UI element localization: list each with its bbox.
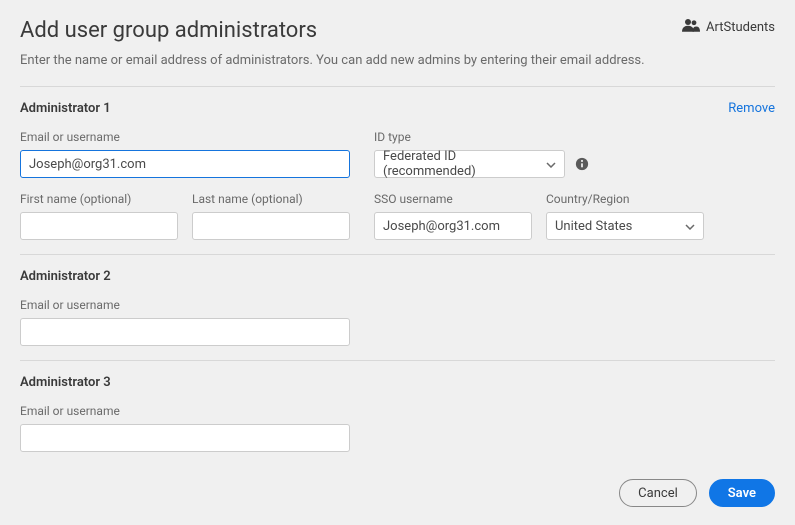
admin1-email-input[interactable] [20, 150, 350, 178]
info-icon[interactable] [575, 157, 589, 171]
dialog-footer: Cancel Save [619, 479, 775, 507]
divider [20, 254, 775, 255]
email-label: Email or username [20, 404, 350, 418]
country-label: Country/Region [546, 192, 704, 206]
user-group-indicator: ArtStudents [682, 18, 775, 36]
admin2-email-input[interactable] [20, 318, 350, 346]
sso-label: SSO username [374, 192, 532, 206]
admin1-last-name-input[interactable] [192, 212, 350, 240]
admin1-sso-input[interactable] [374, 212, 532, 240]
dialog-title: Add user group administrators [20, 18, 317, 43]
people-icon [682, 18, 706, 36]
id-type-value: Federated ID (recommended) [383, 149, 546, 179]
admin3-title: Administrator 3 [20, 375, 111, 390]
add-user-group-admins-dialog: Add user group administrators ArtStudent… [0, 0, 795, 525]
admin1-section-header: Administrator 1 Remove [20, 101, 775, 116]
admin1-title: Administrator 1 [20, 101, 111, 116]
email-label: Email or username [20, 298, 350, 312]
cancel-button[interactable]: Cancel [619, 479, 697, 507]
admin2-section-header: Administrator 2 [20, 269, 775, 284]
chevron-down-icon [546, 157, 556, 172]
dialog-intro: Enter the name or email address of admin… [20, 53, 775, 68]
divider [20, 86, 775, 87]
group-name: ArtStudents [706, 20, 775, 35]
admin3-email-input[interactable] [20, 424, 350, 452]
remove-link[interactable]: Remove [728, 101, 775, 116]
save-button[interactable]: Save [709, 479, 775, 507]
admin3-section-header: Administrator 3 [20, 375, 775, 390]
first-name-label: First name (optional) [20, 192, 178, 206]
email-label: Email or username [20, 130, 350, 144]
id-type-select[interactable]: Federated ID (recommended) [374, 150, 565, 178]
last-name-label: Last name (optional) [192, 192, 350, 206]
admin1-first-name-input[interactable] [20, 212, 178, 240]
divider [20, 360, 775, 361]
country-select[interactable]: United States [546, 212, 704, 240]
admin2-title: Administrator 2 [20, 269, 111, 284]
dialog-header: Add user group administrators ArtStudent… [20, 18, 775, 53]
chevron-down-icon [685, 219, 695, 234]
country-value: United States [555, 219, 632, 234]
id-type-label: ID type [374, 130, 589, 144]
